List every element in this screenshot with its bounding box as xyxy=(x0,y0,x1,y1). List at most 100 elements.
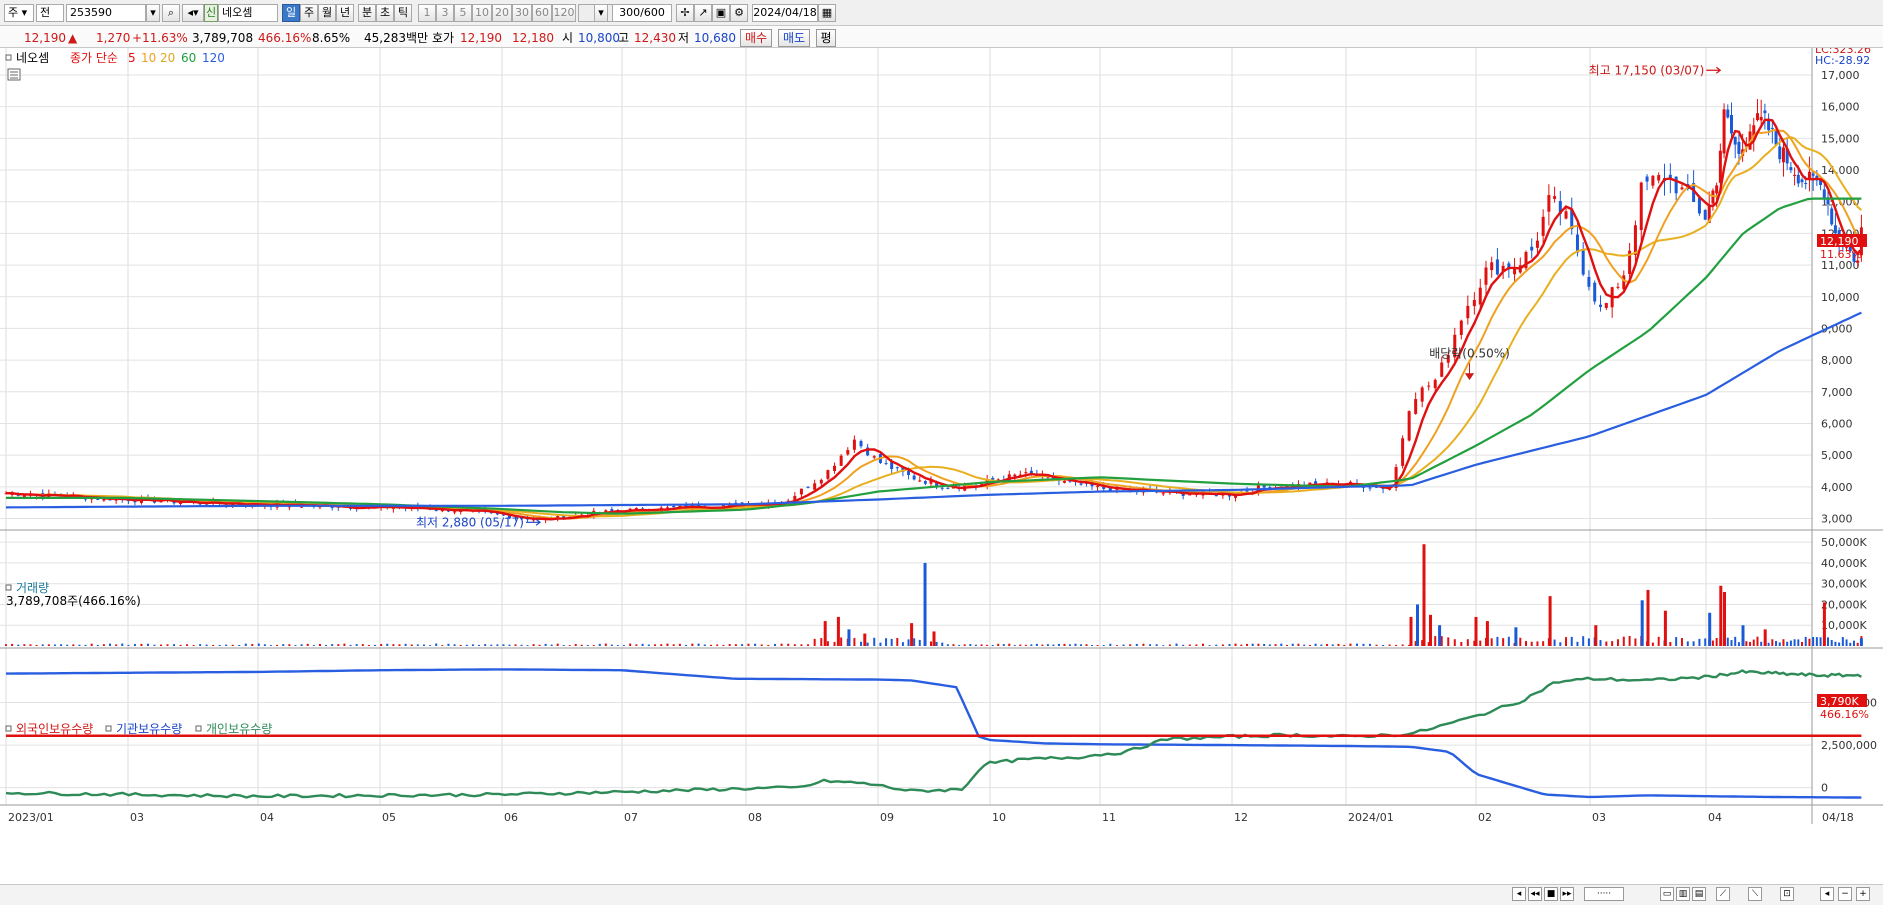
buy-button[interactable]: 매수 xyxy=(740,29,772,47)
volume-bar xyxy=(1767,642,1770,646)
volume-bar xyxy=(592,645,595,646)
minute-1-button[interactable]: 1 xyxy=(418,4,436,22)
period-year-button[interactable]: 년 xyxy=(336,4,354,22)
volume-bar xyxy=(840,637,843,646)
volume-bar xyxy=(1168,644,1171,646)
candle-body xyxy=(1414,399,1418,414)
scroll-left-icon[interactable]: ◂ xyxy=(1820,887,1834,901)
candle-body xyxy=(1161,493,1165,495)
ma20-label: 20 xyxy=(160,51,175,65)
candle-body xyxy=(1604,302,1608,308)
calendar-icon[interactable]: ▦ xyxy=(818,4,836,22)
minute-3-button[interactable]: 3 xyxy=(436,4,454,22)
price-change: 1,270 xyxy=(96,31,131,45)
volume-spike xyxy=(923,562,927,646)
period-month-button[interactable]: 월 xyxy=(318,4,336,22)
low-label: 저 xyxy=(678,31,690,45)
volume-bar xyxy=(685,644,688,646)
sound-icon[interactable]: ◂▾ xyxy=(182,4,204,22)
volume-bar xyxy=(1331,644,1334,646)
period-tick-button[interactable]: 틱 xyxy=(394,4,412,22)
candle-body xyxy=(1800,179,1804,183)
volume-bar xyxy=(1046,644,1049,646)
candle-body xyxy=(1553,196,1557,199)
nav-stop-icon[interactable]: ■ xyxy=(1544,887,1558,901)
crosshair-icon[interactable]: ✢ xyxy=(676,4,694,22)
market-value: 주 xyxy=(8,6,19,19)
candle-body xyxy=(1466,305,1470,319)
x-tick-label: 02 xyxy=(1478,811,1492,824)
volume-bar xyxy=(1771,639,1774,646)
evaluate-button[interactable]: 평 xyxy=(816,29,836,47)
volume-bar xyxy=(1692,641,1695,646)
price-tick-label: 6,000 xyxy=(1821,417,1853,430)
minus-icon[interactable]: − xyxy=(1838,887,1852,901)
period-week-button[interactable]: 주 xyxy=(300,4,318,22)
reset-icon[interactable]: ⊡ xyxy=(1780,887,1794,901)
volume-bar xyxy=(1775,640,1778,646)
candle-body xyxy=(1767,120,1771,131)
volume-bar xyxy=(416,644,419,646)
custom-period-dropdown-icon[interactable]: ▾ xyxy=(594,4,608,22)
plus-icon[interactable]: + xyxy=(1856,887,1870,901)
minute-5-button[interactable]: 5 xyxy=(454,4,472,22)
minute-120-button[interactable]: 120 xyxy=(552,4,576,22)
minute-20-button[interactable]: 20 xyxy=(492,4,512,22)
count-input[interactable]: 300/600 xyxy=(612,4,672,22)
draw-tool-icon[interactable]: ↗ xyxy=(694,4,712,22)
nav-prev-icon[interactable]: ◂ xyxy=(1512,887,1526,901)
x-tick-label: 11 xyxy=(1102,811,1116,824)
period-day-button[interactable]: 일 xyxy=(282,4,300,22)
volume-bar xyxy=(1622,636,1625,646)
code-input[interactable]: 253590 xyxy=(66,4,146,22)
volume-bar xyxy=(1789,640,1792,646)
candle-body xyxy=(1789,167,1793,171)
nav-forward-icon[interactable]: ▸▸ xyxy=(1560,887,1574,901)
minute-60-button[interactable]: 60 xyxy=(532,4,552,22)
x-tick-label: 2024/01 xyxy=(1348,811,1394,824)
trend-icon[interactable]: ⟋ xyxy=(1716,887,1730,901)
volume-bar xyxy=(343,643,346,646)
holdings-tick-label: 2,500,000 xyxy=(1821,739,1877,752)
volume-tick-label: 20,000K xyxy=(1821,598,1867,611)
type-select[interactable]: 전 xyxy=(36,4,64,22)
volume-bar xyxy=(1453,639,1456,646)
volume-last-pct: 466.16% xyxy=(1820,708,1869,721)
volume-bar xyxy=(610,644,613,646)
stock-chart[interactable]: 3,0004,0005,0006,0007,0008,0009,00010,00… xyxy=(0,48,1883,884)
volume-bar xyxy=(257,643,260,646)
ruler-icon[interactable]: ⟍ xyxy=(1748,887,1762,901)
quote-bar: 12,190 ▲ 1,270 +11.63% 3,789,708 466.16%… xyxy=(0,26,1883,48)
volume-bar xyxy=(1576,641,1579,646)
market-select[interactable]: 주 ▾ xyxy=(4,4,34,22)
candle-body xyxy=(1062,480,1066,483)
volume-bar xyxy=(935,641,938,646)
zoom-slider[interactable]: ····· xyxy=(1584,887,1624,901)
period-minute-button[interactable]: 분 xyxy=(358,4,376,22)
minute-10-button[interactable]: 10 xyxy=(472,4,492,22)
volume-bar xyxy=(890,638,893,646)
volume-bar xyxy=(355,644,358,646)
volume-bar xyxy=(300,644,303,646)
period-second-button[interactable]: 초 xyxy=(376,4,394,22)
search-icon[interactable]: ⌕ xyxy=(162,4,180,22)
nav-rewind-icon[interactable]: ◂◂ xyxy=(1528,887,1542,901)
split-icon[interactable]: ▤ xyxy=(1692,887,1706,901)
minute-30-button[interactable]: 30 xyxy=(512,4,532,22)
volume-bar xyxy=(787,643,790,646)
zoom-out-icon[interactable]: ▭ xyxy=(1660,887,1674,901)
save-icon[interactable]: ▣ xyxy=(712,4,730,22)
volume-bar xyxy=(1698,638,1701,646)
volume-bar xyxy=(186,644,189,646)
volume-spike xyxy=(910,623,914,646)
minute-3-label: 3 xyxy=(441,6,449,19)
volume-bar xyxy=(1175,643,1178,646)
code-dropdown-icon[interactable]: ▾ xyxy=(146,4,160,22)
layout-icon[interactable]: ▥ xyxy=(1676,887,1690,901)
date-input[interactable]: 2024/04/18 xyxy=(752,4,818,22)
volume-bar xyxy=(349,644,352,646)
volume-bar xyxy=(331,644,334,646)
gear-icon[interactable]: ⚙ xyxy=(730,4,748,22)
sell-button[interactable]: 매도 xyxy=(778,29,810,47)
minute-20-label: 20 xyxy=(495,6,509,19)
